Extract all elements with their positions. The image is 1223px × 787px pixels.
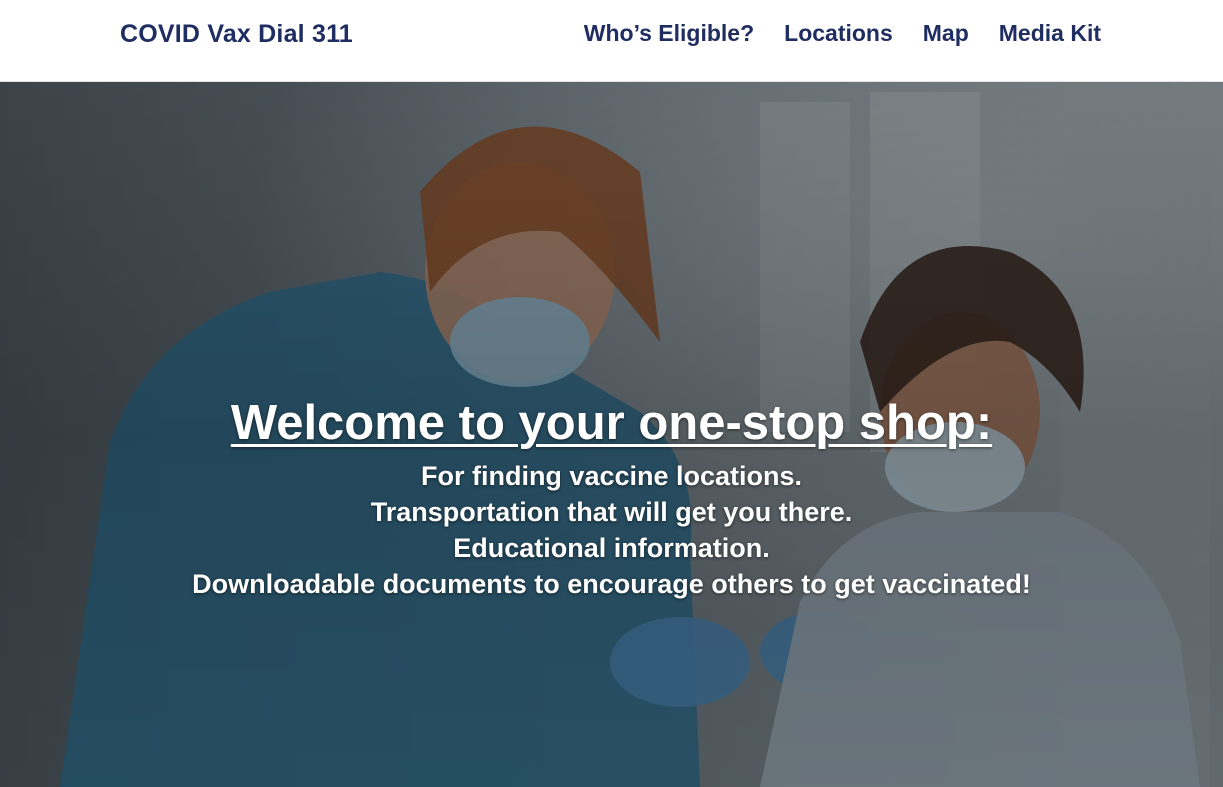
hero-sublines: For finding vaccine locations. Transport… (0, 458, 1223, 602)
site-header: COVID Vax Dial 311 Who’s Eligible? Locat… (0, 0, 1223, 82)
hero-line-locations: For finding vaccine locations. (420, 461, 803, 491)
hero-line-downloads: Downloadable documents to encourage othe… (192, 569, 1031, 599)
nav-link-locations[interactable]: Locations (784, 20, 893, 47)
hero-text-block: Welcome to your one-stop shop: For findi… (0, 392, 1223, 602)
site-logo-link[interactable]: COVID Vax Dial 311 (120, 20, 353, 49)
nav-link-map[interactable]: Map (923, 20, 969, 47)
hero-headline: Welcome to your one-stop shop: (230, 396, 993, 450)
hero-banner: Welcome to your one-stop shop: For findi… (0, 82, 1223, 787)
main-nav: Who’s Eligible? Locations Map Media Kit (584, 20, 1101, 47)
hero-line-education: Educational information. (453, 533, 770, 563)
hero-line-transportation: Transportation that will get you there. (370, 497, 853, 527)
nav-link-media-kit[interactable]: Media Kit (999, 20, 1101, 47)
nav-link-whos-eligible[interactable]: Who’s Eligible? (584, 20, 754, 47)
